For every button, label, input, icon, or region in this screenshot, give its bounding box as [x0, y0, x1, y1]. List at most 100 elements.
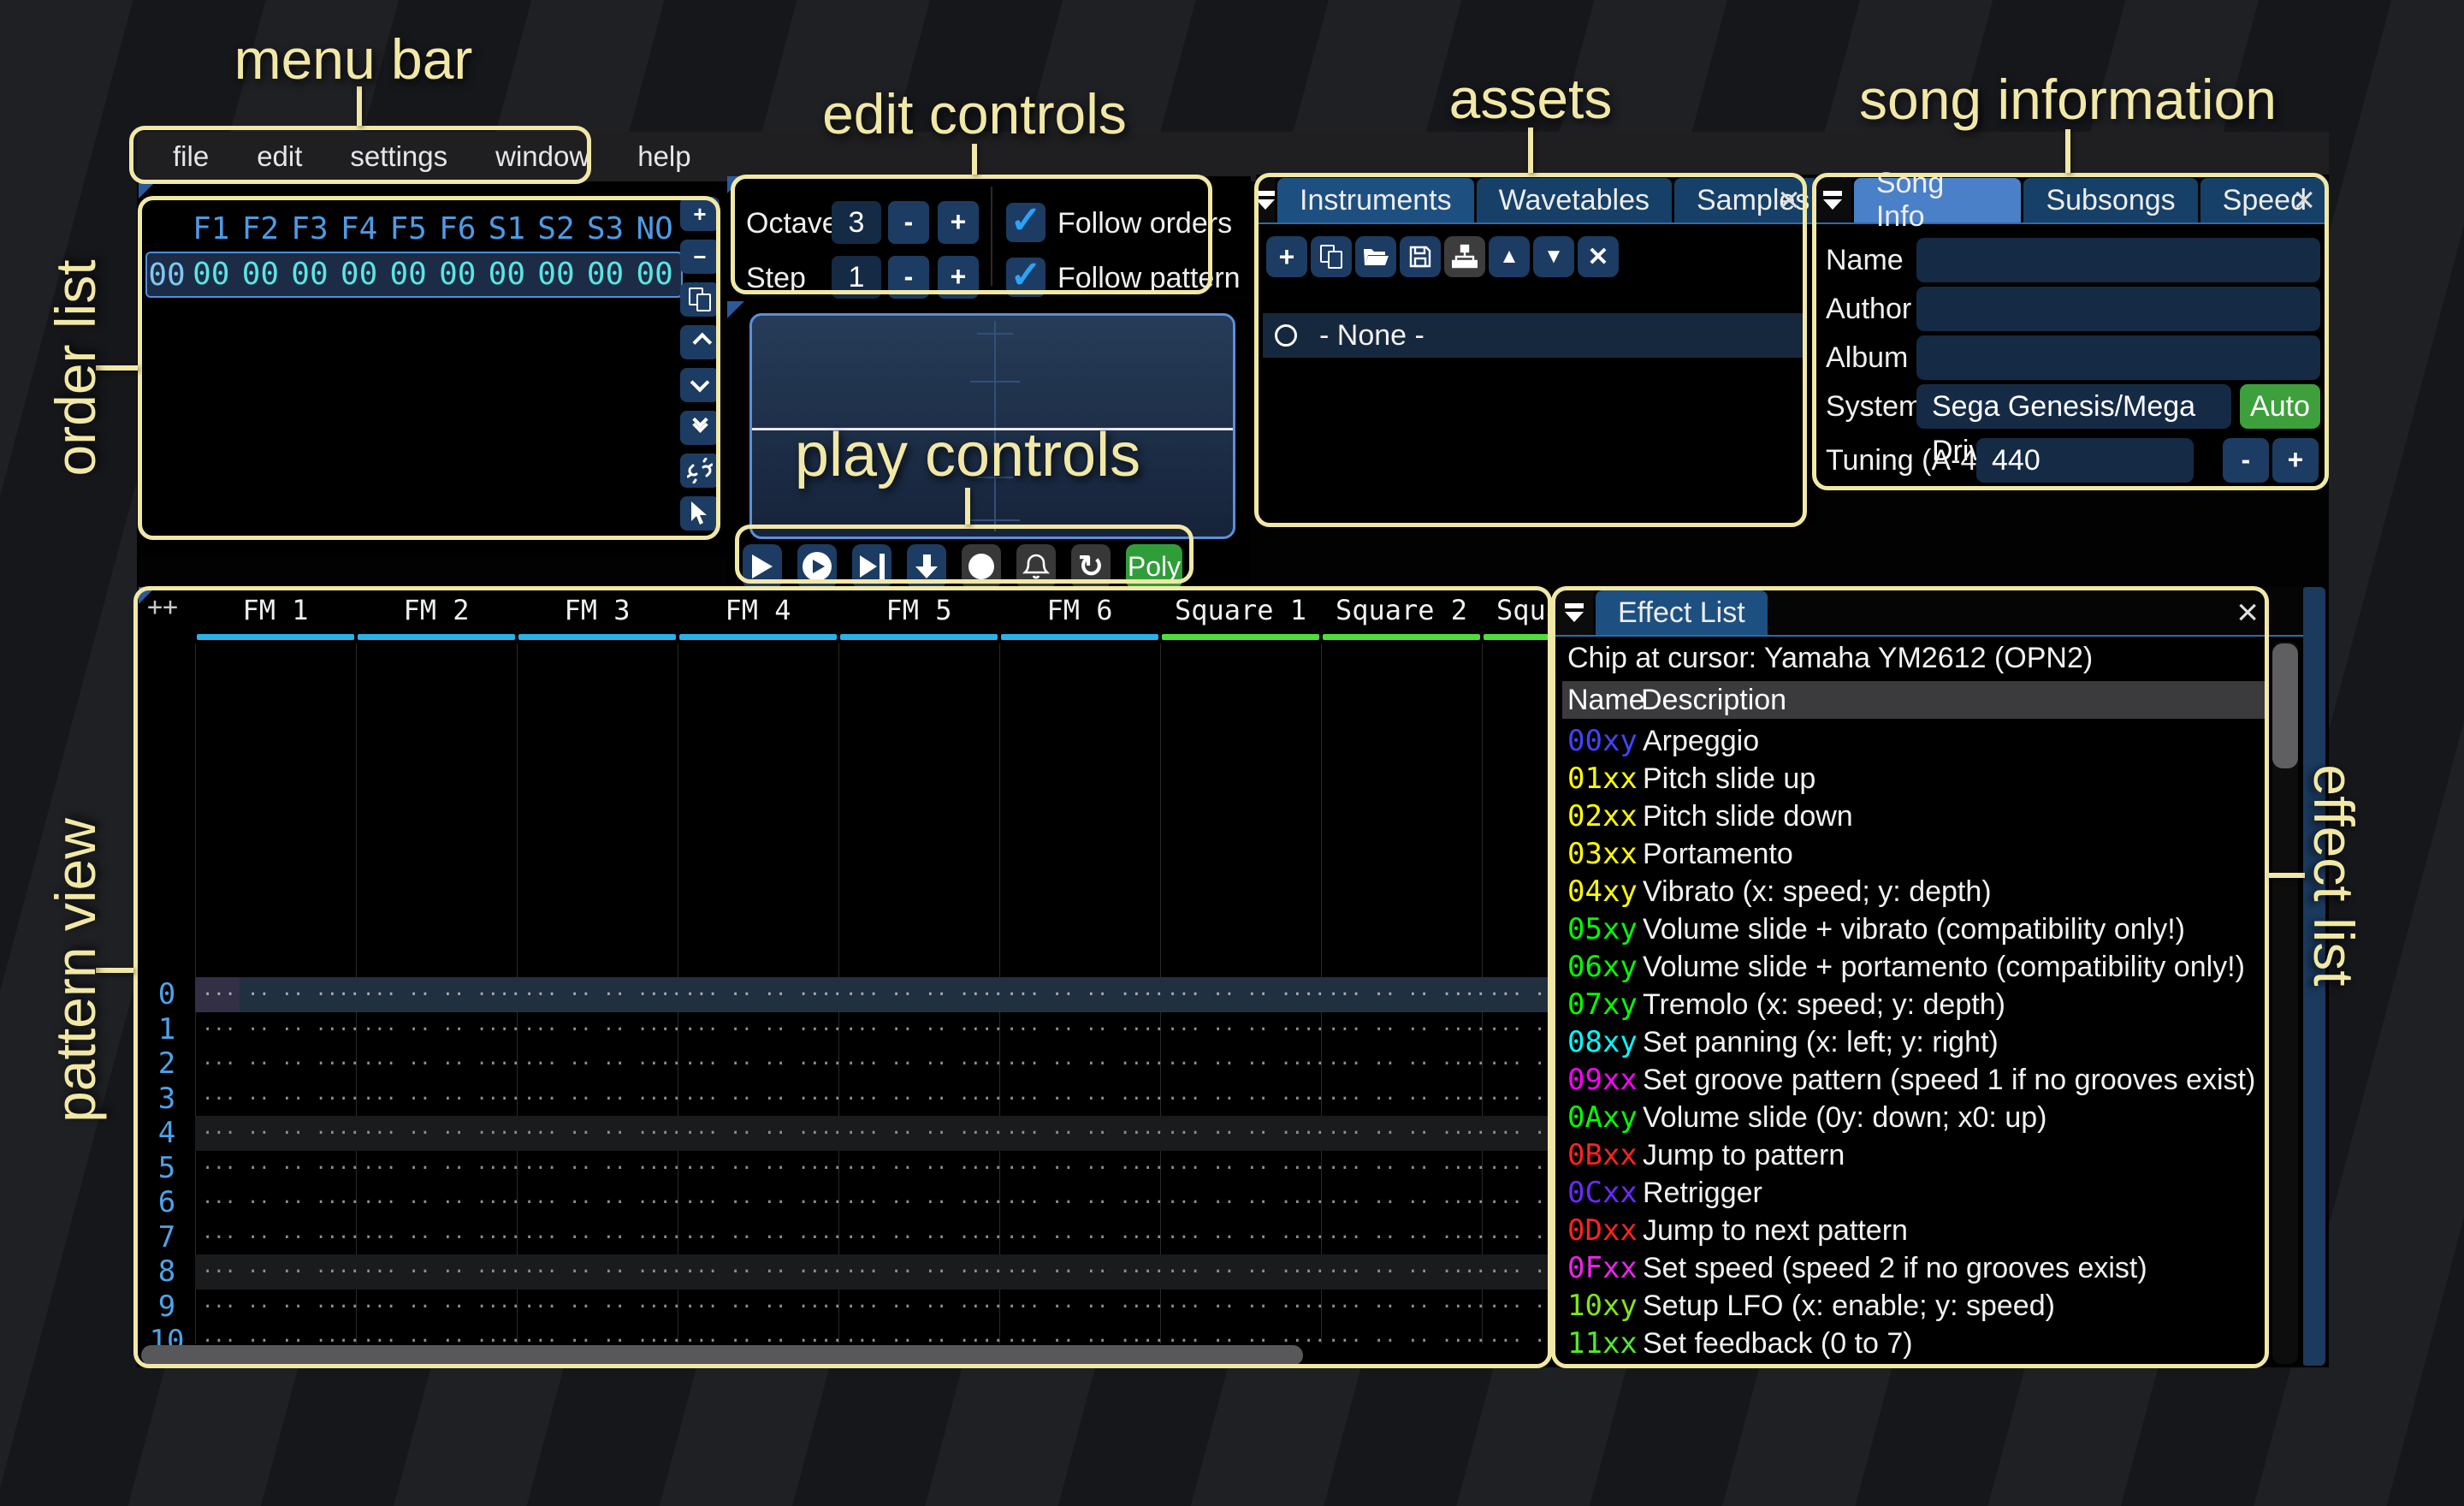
system-select[interactable]: Sega Genesis/Mega Drive	[1916, 384, 2231, 467]
pattern-cell[interactable]: ··· ·· ·· ····	[1482, 1254, 1552, 1290]
pattern-cell[interactable]: ··· ·· ·· ····	[195, 1046, 360, 1082]
tuning-increase-button[interactable]: +	[2272, 438, 2319, 483]
pattern-cell[interactable]: ··· ·· ·· ····	[1321, 1082, 1486, 1117]
move-order-up-button[interactable]	[680, 325, 720, 359]
step-value-field[interactable]: 1	[832, 256, 881, 299]
octave-increase-button[interactable]: +	[938, 201, 979, 244]
pattern-cell[interactable]: ··· ·· ·· ····	[517, 1046, 682, 1082]
pattern-cell[interactable]: ··· ·· ·· ····	[999, 1254, 1164, 1290]
pattern-cell[interactable]: ··· ·· ·· ····	[1160, 1185, 1325, 1220]
pattern-cell[interactable]: ··· ·· ·· ····	[356, 1082, 521, 1117]
pattern-cell[interactable]: ··· ·· ·· ····	[999, 1151, 1164, 1186]
open-asset-button[interactable]	[1355, 236, 1396, 277]
move-order-down-button[interactable]	[680, 368, 720, 402]
pattern-cell[interactable]: ··· ·· ·· ····	[1482, 977, 1552, 1012]
pattern-cell[interactable]: ··· ·· ·· ····	[999, 1046, 1164, 1082]
tab-effect-list[interactable]: Effect List	[1596, 590, 1768, 635]
pattern-cell[interactable]: ··· ·· ·· ····	[1321, 1151, 1486, 1186]
effect-row[interactable]: 0Fxx Set speed (speed 2 if no grooves exi…	[1555, 1249, 2269, 1287]
pattern-cell[interactable]: ··· ·· ·· ····	[678, 1012, 843, 1047]
move-asset-down-button[interactable]: ▼	[1533, 236, 1574, 277]
effect-row[interactable]: 0Axy Volume slide (0y: down; x0: up)	[1555, 1099, 2269, 1136]
album-input[interactable]	[1916, 335, 2320, 380]
pattern-horizontal-scrollbar[interactable]	[141, 1345, 1303, 1366]
move-asset-up-button[interactable]: ▲	[1489, 236, 1530, 277]
order-cell[interactable]: 00	[383, 256, 433, 293]
pattern-cell[interactable]: ··· ·· ·· ····	[1321, 1116, 1486, 1151]
pattern-cell[interactable]: ··· ·· ·· ····	[678, 1046, 843, 1082]
pattern-cell[interactable]: ··· ·· ·· ····	[1321, 1324, 1486, 1359]
poly-button[interactable]: Poly	[1126, 544, 1182, 589]
pattern-cell[interactable]: ··· ·· ·· ····	[1482, 1151, 1552, 1186]
pattern-cell[interactable]: ··· ·· ·· ····	[678, 1220, 843, 1255]
close-effect-list-button[interactable]: ×	[2236, 594, 2259, 631]
window-menu-button[interactable]	[1555, 590, 1593, 635]
effect-row[interactable]: 06xy Volume slide + portamento (compatibi…	[1555, 948, 2269, 986]
pattern-row[interactable]: 5 ··· ·· ·· ···· ··· ·· ·· ···· ··· ·· ·· ·…	[139, 1151, 1552, 1186]
duplicate-order-button[interactable]	[680, 282, 720, 317]
menu-item-edit[interactable]: edit	[233, 132, 326, 181]
pattern-cell[interactable]: ··· ·· ·· ····	[999, 1185, 1164, 1220]
pattern-cell[interactable]: ··· ·· ·· ····	[838, 1012, 1004, 1047]
instrument-list-item[interactable]: - None -	[1263, 313, 1804, 358]
channel-header-square-3[interactable]: Square 3	[1482, 587, 1552, 643]
effect-row[interactable]: 00xy Arpeggio	[1555, 722, 2269, 760]
pattern-cell[interactable]: ··· ·· ·· ····	[838, 1116, 1004, 1151]
add-asset-button[interactable]: +	[1266, 236, 1307, 277]
pattern-cell[interactable]: ··· ·· ·· ····	[195, 1082, 360, 1117]
effect-row[interactable]: 11xx Set feedback (0 to 7)	[1555, 1325, 2269, 1362]
order-cell[interactable]: 00	[581, 256, 631, 293]
order-cell[interactable]: 00	[285, 256, 335, 293]
pattern-cell[interactable]: ··· ·· ·· ····	[1321, 977, 1486, 1012]
pattern-cell[interactable]: ··· ·· ·· ····	[1160, 1046, 1325, 1082]
pattern-cell[interactable]: ··· ·· ·· ····	[517, 1012, 682, 1047]
tab-song-info[interactable]: Song Info	[1853, 167, 2022, 233]
pattern-cell[interactable]: ··· ·· ·· ····	[356, 1254, 521, 1290]
play-song-button[interactable]	[797, 544, 837, 589]
pattern-cell[interactable]: ··· ·· ·· ····	[1321, 1220, 1486, 1255]
pattern-cell[interactable]: ··· ·· ·· ····	[678, 1254, 843, 1290]
pattern-cell[interactable]: ··· ·· ·· ····	[999, 977, 1164, 1012]
pattern-cell[interactable]: ··· ·· ·· ····	[838, 1082, 1004, 1117]
channel-header-fm-3[interactable]: FM 3	[517, 587, 678, 643]
pattern-row[interactable]: 8 ··· ·· ·· ···· ··· ·· ·· ···· ··· ·· ·· ·…	[139, 1254, 1552, 1290]
pattern-cell[interactable]: ··· ·· ·· ····	[678, 1082, 843, 1117]
pattern-cell[interactable]: ··· ·· ·· ····	[356, 1046, 521, 1082]
pattern-cell[interactable]: ··· ·· ·· ····	[517, 1290, 682, 1325]
pattern-cell[interactable]: ··· ·· ·· ····	[195, 1012, 360, 1047]
step-increase-button[interactable]: +	[938, 256, 979, 299]
play-button[interactable]	[743, 544, 782, 589]
menu-item-settings[interactable]: settings	[326, 132, 471, 181]
pattern-cell[interactable]: ··· ·· ·· ····	[356, 977, 521, 1012]
window-menu-button[interactable]	[1814, 178, 1851, 222]
pattern-cell[interactable]: ··· ·· ·· ····	[1321, 1012, 1486, 1047]
pattern-cell[interactable]: ··· ·· ·· ····	[999, 1290, 1164, 1325]
effect-row[interactable]: 01xx Pitch slide up	[1555, 760, 2269, 797]
pattern-cell[interactable]: ··· ·· ·· ····	[195, 1185, 360, 1220]
octave-decrease-button[interactable]: -	[888, 201, 929, 244]
effect-row[interactable]: 03xx Portamento	[1555, 835, 2269, 873]
pattern-row[interactable]: 6 ··· ·· ·· ···· ··· ·· ·· ···· ··· ·· ·· ·…	[139, 1185, 1552, 1220]
name-input[interactable]	[1916, 238, 2320, 282]
order-cell[interactable]: 00	[531, 256, 581, 293]
menu-item-help[interactable]: help	[613, 132, 714, 181]
pattern-cell[interactable]: ··· ·· ·· ····	[838, 1151, 1004, 1186]
effect-row[interactable]: 02xx Pitch slide down	[1555, 797, 2269, 835]
pattern-expand-control[interactable]: ++	[147, 592, 178, 622]
pattern-cell[interactable]: ··· ·· ·· ····	[517, 1185, 682, 1220]
author-input[interactable]	[1916, 287, 2320, 331]
pattern-cell[interactable]: ··· ·· ·· ····	[999, 1012, 1164, 1047]
pattern-row[interactable]: 2 ··· ·· ·· ···· ··· ·· ·· ···· ··· ·· ·· ·…	[139, 1046, 1552, 1082]
metronome-button[interactable]	[1016, 544, 1056, 589]
pattern-cell[interactable]: ··· ·· ·· ····	[356, 1012, 521, 1047]
pattern-row[interactable]: 3 ··· ·· ·· ···· ··· ·· ·· ···· ··· ·· ·· ·…	[139, 1082, 1552, 1117]
asset-folder-view-button[interactable]	[1444, 236, 1485, 277]
pattern-cell[interactable]: ··· ·· ·· ····	[1482, 1185, 1552, 1220]
close-assets-button[interactable]: ×	[1778, 181, 1800, 219]
tab-samples[interactable]: Samples	[1674, 178, 1833, 222]
menu-item-file[interactable]: file	[149, 132, 233, 181]
pattern-cell[interactable]: ··· ·· ·· ····	[678, 977, 843, 1012]
pattern-cell[interactable]: ··· ·· ·· ····	[838, 1185, 1004, 1220]
pattern-cell[interactable]: ··· ·· ·· ····	[356, 1185, 521, 1220]
pattern-row[interactable]: 9 ··· ·· ·· ···· ··· ·· ·· ···· ··· ·· ·· ·…	[139, 1290, 1552, 1325]
